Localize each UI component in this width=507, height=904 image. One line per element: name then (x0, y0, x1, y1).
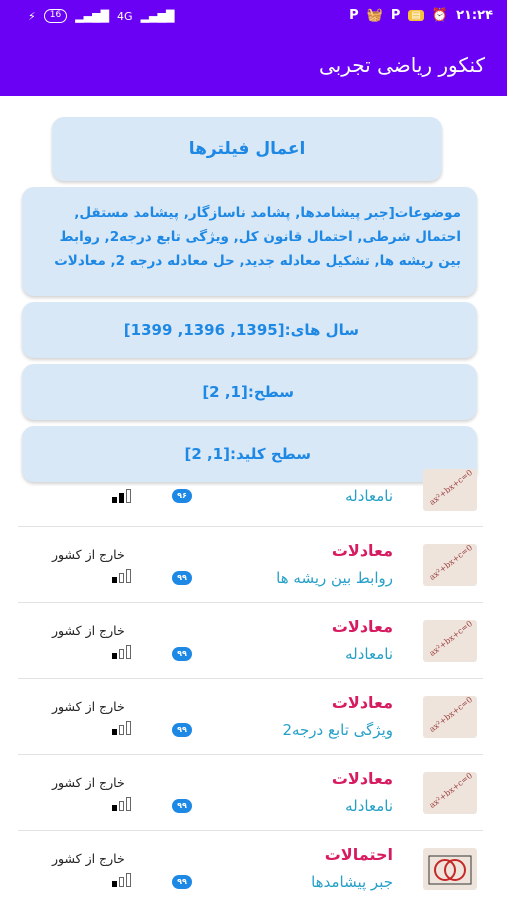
difficulty-icon (112, 489, 134, 503)
difficulty-bar (112, 881, 117, 887)
notification-app-icon: ▤ (408, 10, 424, 21)
difficulty-bar (119, 801, 124, 811)
difficulty-bar (126, 873, 131, 887)
question-subtopic: جبر پیشامدها (311, 873, 393, 891)
alarm-icon: ⏰ (431, 8, 449, 23)
formula-thumbnail: ax²+bx+c=0 (423, 544, 477, 586)
formula-thumbnail: ax²+bx+c=0 (423, 696, 477, 738)
difficulty-icon (112, 721, 134, 735)
difficulty-icon (112, 569, 134, 583)
year-badge: ۹۹ (172, 723, 192, 737)
year-badge: ۹۹ (172, 647, 192, 661)
difficulty-bar (119, 573, 124, 583)
question-row[interactable]: ax²+bx+c=0 معادلات نامعادله ۹۹ خارج از کشور (18, 755, 483, 831)
difficulty-icon (112, 797, 134, 811)
difficulty-icon (112, 645, 134, 659)
network-type: 4G (117, 9, 133, 23)
exam-location: خارج از کشور (52, 547, 125, 562)
difficulty-bar (112, 497, 117, 503)
signal-icon-2: ▂▄▆█ (140, 9, 175, 23)
venn-diagram-thumbnail (423, 848, 477, 890)
topics-filter[interactable]: موضوعات[جبر پیشامدها, پشامد ناسازگار, پی… (22, 187, 477, 296)
question-subtopic: نامعادله (345, 645, 393, 663)
difficulty-icon (112, 873, 134, 887)
question-category: معادلات (331, 617, 393, 636)
venn-icon (428, 855, 472, 885)
difficulty-bar (112, 805, 117, 811)
difficulty-bar (119, 493, 124, 503)
question-category: احتمالات (324, 845, 393, 864)
status-bar: ⚡ 16 ▂▄▆█ 4G ▂▄▆█ P 🧺 P ▤ ⏰ ۲۱:۲۴ (0, 0, 507, 36)
clock: ۲۱:۲۴ (456, 8, 493, 23)
question-category: معادلات (331, 769, 393, 788)
difficulty-bar (112, 729, 117, 735)
question-subtopic: نامعادله (345, 797, 393, 815)
year-badge: ۹۶ (172, 489, 192, 503)
question-row[interactable]: ax²+bx+c=0 معادلات نامعادله ۹۹ خارج از کشور (18, 603, 483, 679)
signal-icon: ▂▄▆█ (75, 9, 110, 23)
difficulty-bar (112, 653, 117, 659)
page-title: کنکور ریاضی تجربی (318, 53, 485, 77)
status-right: P 🧺 P ▤ ⏰ ۲۱:۲۴ (349, 8, 493, 23)
formula-text: ax²+bx+c=0 (427, 620, 475, 658)
difficulty-bar (126, 645, 131, 659)
exam-location: خارج از کشور (52, 775, 125, 790)
key-level-filter[interactable]: سطح کلید:[1, 2] (22, 426, 477, 482)
formula-text: ax²+bx+c=0 (427, 469, 475, 507)
question-subtopic: روابط بین ریشه ها (276, 569, 393, 587)
years-filter[interactable]: سال های:[1395, 1396, 1399] (22, 302, 477, 358)
exam-location: خارج از کشور (52, 851, 125, 866)
app-bar: کنکور ریاضی تجربی (0, 36, 507, 96)
question-subtopic: نامعادله (345, 487, 393, 505)
difficulty-bar (126, 797, 131, 811)
difficulty-bar (119, 649, 124, 659)
question-row[interactable]: احتمالات جبر پیشامدها ۹۹ خارج از کشور (18, 831, 483, 904)
question-category: معادلات (331, 541, 393, 560)
formula-thumbnail: ax²+bx+c=0 (423, 469, 477, 511)
formula-text: ax²+bx+c=0 (427, 544, 475, 582)
level-filter[interactable]: سطح:[1, 2] (22, 364, 477, 420)
difficulty-bar (126, 721, 131, 735)
status-left: ⚡ 16 ▂▄▆█ 4G ▂▄▆█ (28, 9, 174, 23)
question-subtopic: ویژگی تابع درجه2 (282, 721, 393, 739)
question-row[interactable]: ax²+bx+c=0 معادلات ویژگی تابع درجه2 ۹۹ خارج … (18, 679, 483, 755)
battery-indicator: 16 (43, 9, 68, 23)
question-row[interactable]: ax²+bx+c=0 نامعادله ۹۶ (18, 469, 483, 527)
formula-text: ax²+bx+c=0 (427, 696, 475, 734)
parking-app-icon: P (349, 8, 359, 23)
formula-thumbnail: ax²+bx+c=0 (423, 772, 477, 814)
exam-location: خارج از کشور (52, 699, 125, 714)
year-badge: ۹۹ (172, 571, 192, 585)
difficulty-bar (112, 577, 117, 583)
difficulty-bar (119, 877, 124, 887)
difficulty-bar (126, 569, 131, 583)
parking-app-icon-2: P (390, 8, 401, 23)
difficulty-bar (119, 725, 124, 735)
apply-filters-button[interactable]: اعمال فیلترها (52, 117, 442, 181)
difficulty-bar (126, 489, 131, 503)
year-badge: ۹۹ (172, 875, 192, 889)
charging-icon: ⚡ (28, 9, 36, 23)
year-badge: ۹۹ (172, 799, 192, 813)
formula-text: ax²+bx+c=0 (427, 772, 475, 810)
question-row[interactable]: ax²+bx+c=0 معادلات روابط بین ریشه ها ۹۹ خارج… (18, 527, 483, 603)
question-category: معادلات (331, 693, 393, 712)
basket-app-icon: 🧺 (366, 8, 383, 23)
exam-location: خارج از کشور (52, 623, 125, 638)
main-content[interactable]: اعمال فیلترها موضوعات[جبر پیشامدها, پشام… (0, 96, 507, 904)
formula-thumbnail: ax²+bx+c=0 (423, 620, 477, 662)
